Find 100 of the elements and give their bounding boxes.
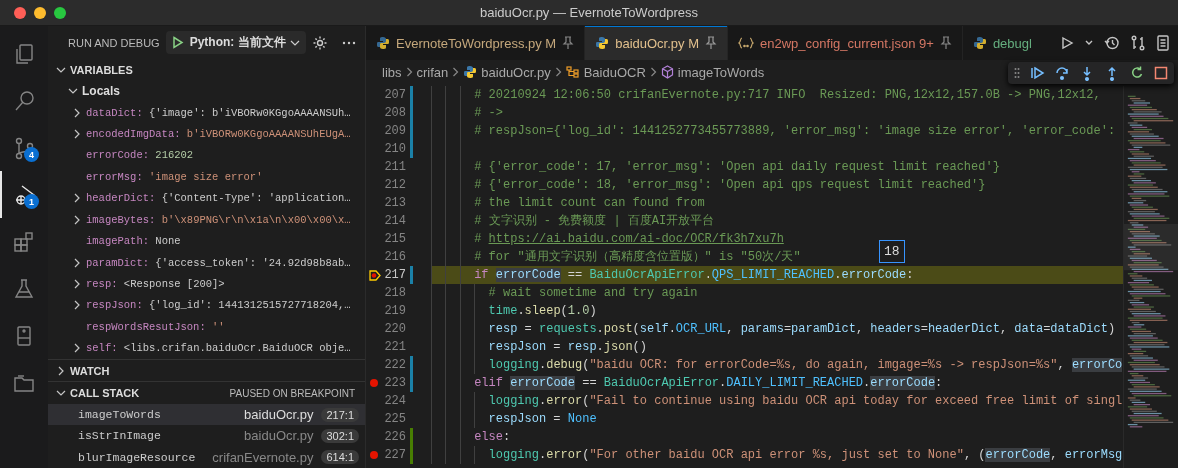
caret-icon[interactable]	[289, 38, 300, 47]
code-line: # wait sometime and try again	[488, 285, 698, 302]
extensions-icon[interactable]	[12, 229, 36, 254]
compare-icon[interactable]	[1130, 35, 1146, 51]
panel-title: RUN AND DEBUG	[68, 36, 160, 49]
line-number: 216	[383, 250, 406, 264]
chevron-icon[interactable]	[72, 343, 82, 354]
chevron-icon[interactable]	[56, 365, 66, 376]
code-line: logging.debug("baidu OCR: for errorCode=%s, do again, imgage=%s -> respJson=%s", errorCo	[488, 357, 1123, 374]
section-title[interactable]: WATCH	[70, 364, 110, 377]
chevron-icon[interactable]	[72, 193, 82, 204]
line-number: 215	[383, 232, 406, 246]
zoom-button[interactable]	[54, 6, 66, 19]
line-number: 223	[383, 376, 406, 390]
more-icon[interactable]	[341, 40, 356, 45]
line-number: 210	[383, 142, 406, 156]
drag-handle-icon[interactable]	[1014, 67, 1020, 79]
line-number: 213	[383, 196, 406, 210]
code-line: time.sleep(1.0)	[488, 303, 597, 320]
breadcrumb-item[interactable]: baiduOcr.py	[481, 64, 551, 80]
stack-frame[interactable]: blurImageResource crifanEvernote.py 614:1	[48, 446, 365, 468]
scope-label[interactable]: Locals	[82, 84, 120, 99]
line-number: 224	[383, 394, 406, 408]
chevron-icon[interactable]	[72, 129, 82, 140]
chevron-icon	[554, 67, 562, 77]
hover-tooltip: 18	[879, 240, 905, 263]
pin-icon[interactable]	[939, 36, 952, 50]
breadcrumb-item[interactable]: imageToWords	[677, 64, 765, 80]
line-number: 217	[383, 268, 406, 282]
search-icon[interactable]	[12, 88, 36, 113]
line-number: 218	[383, 286, 406, 300]
code-line: if errorCode == BaiduOcrApiError.QPS_LIMIT_REACHED.errorCode:	[474, 267, 914, 284]
stack-frame[interactable]: imageToWords baiduOcr.py 217:1	[48, 403, 365, 426]
preview-icon[interactable]	[1156, 35, 1170, 51]
variable-entry[interactable]: self: <libs.crifan.baiduOcr.BaiduOCR obje…	[86, 342, 351, 355]
line-number: 214	[383, 214, 406, 228]
code-line: # the limit count can found from	[474, 195, 705, 212]
code-line: respJson = resp.json()	[488, 339, 647, 356]
line-number: 211	[383, 160, 406, 174]
window-title: baiduOcr.py — EvernoteToWordpress	[480, 5, 698, 20]
line-number: 227	[383, 448, 406, 462]
line-number: 208	[383, 106, 406, 120]
line-number: 209	[383, 124, 406, 138]
chevron-icon[interactable]	[72, 279, 82, 289]
run-icon[interactable]	[1060, 36, 1074, 50]
chevron-icon[interactable]	[72, 214, 82, 225]
code-line: # ->	[474, 105, 503, 122]
code-line: else:	[474, 429, 511, 446]
variable-entry[interactable]: paramDict: {'access_token': '24.92d98b8ab…	[86, 256, 351, 269]
variable-entry[interactable]: respWordsResutJson: ''	[86, 320, 225, 333]
variable-entry[interactable]: errorCode: 216202	[86, 149, 194, 162]
flask-icon[interactable]	[12, 276, 36, 301]
editor-tab[interactable]: en2wp_config_current.json 9+	[728, 26, 963, 60]
close-button[interactable]	[14, 6, 26, 19]
breakpoint-icon[interactable]	[369, 450, 379, 460]
count-badge: 1	[24, 194, 39, 209]
variable-entry[interactable]: respJson: {'log_id': 1441312515727718204,…	[86, 299, 351, 312]
chevron-icon[interactable]	[72, 107, 82, 118]
breadcrumb-item[interactable]: crifan	[416, 64, 449, 80]
configuration-dropdown[interactable]: Python: 当前文件	[189, 34, 300, 52]
pin-icon[interactable]	[562, 36, 575, 50]
code-line: elif errorCode == BaiduOcrApiError.DAILY_LIMIT_REACHED.errorCode:	[474, 375, 943, 392]
variable-entry[interactable]: encodedImgData: b'iVBORw0KGgoAAAANSUhEUgA…	[86, 128, 351, 141]
variable-entry[interactable]: headerDict: {'Content-Type': 'application…	[86, 192, 351, 205]
line-number: 226	[383, 430, 406, 444]
minimap[interactable]	[1123, 86, 1178, 468]
settings-icon[interactable]	[311, 34, 328, 51]
chevron-icon	[405, 67, 413, 77]
editor-tab[interactable]: debugl	[962, 26, 1042, 60]
breadcrumb-item[interactable]: BaiduOCR	[583, 64, 646, 80]
pin-icon[interactable]	[705, 36, 718, 50]
variable-entry[interactable]: errorMsg: 'image size error'	[86, 170, 263, 183]
variable-entry[interactable]: imagePath: None	[86, 235, 181, 248]
step-over-icon[interactable]	[1054, 65, 1070, 81]
breakpoint-icon[interactable]	[369, 378, 379, 388]
start-debugging-icon[interactable]	[171, 36, 184, 50]
code-line: # for "通用文字识别（高精度含位置版）" is "50次/天"	[474, 249, 801, 266]
code-line: logging.error("For other baidu OCR api error %s, just set to None", (errorCode, errorMsg	[488, 447, 1123, 464]
chevron-icon[interactable]	[72, 257, 82, 268]
code-line: # https://ai.baidu.com/ai-doc/OCR/fk3h7xu7h	[474, 231, 784, 248]
breakpoint-arrow-icon[interactable]	[369, 270, 381, 281]
activity-item[interactable]: 4	[0, 124, 48, 171]
code-line: # {'error_code': 17, 'error_msg': 'Open api daily request limit reached'}	[474, 159, 1000, 176]
continue-icon[interactable]	[1029, 65, 1045, 81]
history-icon[interactable]	[1104, 35, 1120, 51]
variable-entry[interactable]: imageBytes: b'\x89PNG\r\n\x1a\n\x00\x00\x…	[86, 213, 351, 226]
minimize-button[interactable]	[34, 6, 46, 19]
stack-frame[interactable]: isStrInImage baiduOcr.py 302:1	[48, 425, 365, 447]
chevron-icon[interactable]	[72, 300, 82, 311]
code-line: logging.error("Fail to continue using baidu OCR api today for exceed free limit of singl	[488, 393, 1123, 410]
variable-entry[interactable]: resp: <Response [200]>	[86, 278, 225, 290]
line-number: 219	[383, 304, 406, 318]
editor-tab[interactable]: baiduOcr.py M	[585, 26, 729, 60]
section-title[interactable]: CALL STACK	[70, 387, 140, 400]
variable-entry[interactable]: dataDict: {'image': b'iVBORw0KGgoAAAANSUh…	[86, 106, 351, 119]
section-title[interactable]: VARIABLES	[70, 63, 133, 76]
count-badge: 4	[24, 147, 39, 162]
breadcrumb-item[interactable]: libs	[382, 64, 402, 80]
stop-icon[interactable]	[1154, 66, 1168, 80]
restart-icon[interactable]	[1129, 65, 1145, 81]
